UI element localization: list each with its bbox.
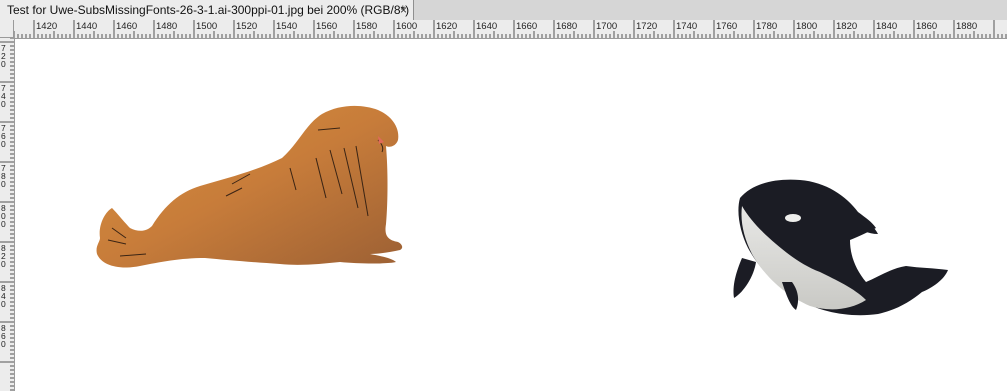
ruler-label: 1520 (236, 21, 257, 32)
ruler-label: 0 (1, 139, 6, 149)
ruler-label: 1720 (636, 21, 657, 32)
ruler-label: 1860 (916, 21, 937, 32)
ruler-label: 1540 (276, 21, 297, 32)
ruler-label: 1560 (316, 21, 337, 32)
canvas-artwork (96, 105, 948, 316)
ruler-label: 1620 (436, 21, 457, 32)
ruler-label: 1500 (196, 21, 217, 32)
ruler-label: 1880 (956, 21, 977, 32)
ruler-label: 1840 (876, 21, 897, 32)
ruler-label: 1600 (396, 21, 417, 32)
ruler-label: 1800 (796, 21, 817, 32)
vertical-ruler-ticks: 720740760780800820840860 (0, 38, 14, 391)
document-tab[interactable]: Test for Uwe-SubsMissingFonts-26-3-1.ai-… (0, 0, 414, 20)
ruler-origin-corner[interactable] (0, 20, 14, 38)
ruler-label: 0 (1, 59, 6, 69)
ruler-label: 1580 (356, 21, 377, 32)
ruler-label: 1460 (116, 21, 137, 32)
ruler-label: 1640 (476, 21, 497, 32)
ruler-label: 0 (1, 339, 6, 349)
orca-illustration[interactable] (733, 179, 948, 316)
ruler-label: 0 (1, 299, 6, 309)
vertical-ruler[interactable]: 720740760780800820840860 (0, 38, 15, 391)
ruler-label: 1740 (676, 21, 697, 32)
ruler-label: 1680 (556, 21, 577, 32)
ruler-label: 0 (1, 99, 6, 109)
ruler-label: 1760 (716, 21, 737, 32)
close-icon[interactable]: × (400, 3, 407, 17)
ruler-label: 1480 (156, 21, 177, 32)
ruler-label: 0 (1, 219, 6, 229)
ruler-label: 0 (1, 179, 6, 189)
ruler-label: 1440 (76, 21, 97, 32)
horizontal-ruler-ticks: 1420 1440 1460 1480 1500 1520 1540 1560 1580 1600… (1, 20, 1007, 38)
document-canvas[interactable] (15, 39, 1007, 391)
ruler-label: 0 (1, 259, 6, 269)
walrus-illustration[interactable] (96, 105, 403, 268)
horizontal-ruler[interactable]: 1420 1440 1460 1480 1500 1520 1540 1560 1580 1600… (0, 20, 1007, 39)
ruler-label: 1660 (516, 21, 537, 32)
ruler-label: 1700 (596, 21, 617, 32)
ruler-label: 1820 (836, 21, 857, 32)
document-tab-title: Test for Uwe-SubsMissingFonts-26-3-1.ai-… (7, 3, 410, 17)
ruler-label: 1780 (756, 21, 777, 32)
ruler-label: 1420 (36, 21, 57, 32)
document-tab-bar: Test for Uwe-SubsMissingFonts-26-3-1.ai-… (0, 0, 1007, 21)
